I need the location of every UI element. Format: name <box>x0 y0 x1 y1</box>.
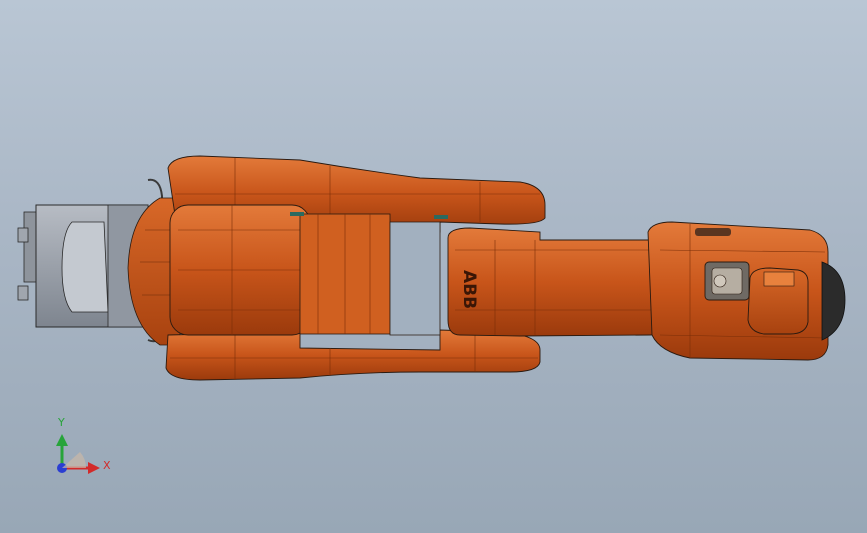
coordinate-triad: Y X <box>56 416 111 474</box>
y-axis-head <box>56 434 68 446</box>
x-axis-head <box>88 462 100 474</box>
brand-logo: ABB <box>459 270 479 309</box>
triad-plane <box>62 452 87 468</box>
x-axis-label: X <box>103 459 111 472</box>
tool-flange[interactable] <box>747 261 846 341</box>
y-axis-label: Y <box>57 416 65 429</box>
cad-viewport[interactable]: ABB Y X <box>0 0 867 533</box>
lower-arm-bridge[interactable] <box>290 212 448 336</box>
upper-arm-link[interactable]: ABB <box>447 227 666 337</box>
